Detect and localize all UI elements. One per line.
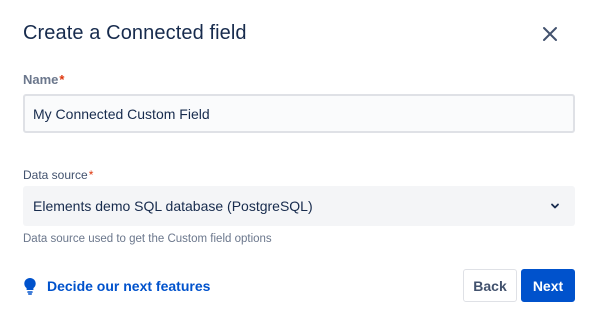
data-source-label-text: Data source [23, 168, 88, 182]
feedback-link-text: Decide our next features [47, 278, 211, 294]
create-connected-field-dialog: Create a Connected field Name* Data sour… [0, 0, 597, 322]
close-button[interactable] [536, 20, 564, 48]
name-label-text: Name [23, 72, 59, 87]
lightbulb-icon [24, 278, 36, 295]
required-mark: * [59, 72, 65, 87]
dialog-title: Create a Connected field [23, 22, 247, 44]
name-label: Name* [23, 72, 64, 87]
feedback-link[interactable]: Decide our next features [23, 276, 210, 296]
data-source-selected-value: Elements demo SQL database (PostgreSQL) [33, 198, 313, 214]
next-button[interactable]: Next [521, 269, 575, 302]
required-mark: * [88, 168, 94, 182]
back-button[interactable]: Back [463, 269, 517, 302]
data-source-select[interactable]: Elements demo SQL database (PostgreSQL) [23, 186, 575, 226]
name-input[interactable] [23, 94, 575, 133]
close-icon [543, 27, 557, 41]
data-source-label: Data source* [23, 168, 93, 182]
data-source-helper-text: Data source used to get the Custom field… [23, 233, 272, 245]
chevron-down-icon [545, 196, 565, 216]
